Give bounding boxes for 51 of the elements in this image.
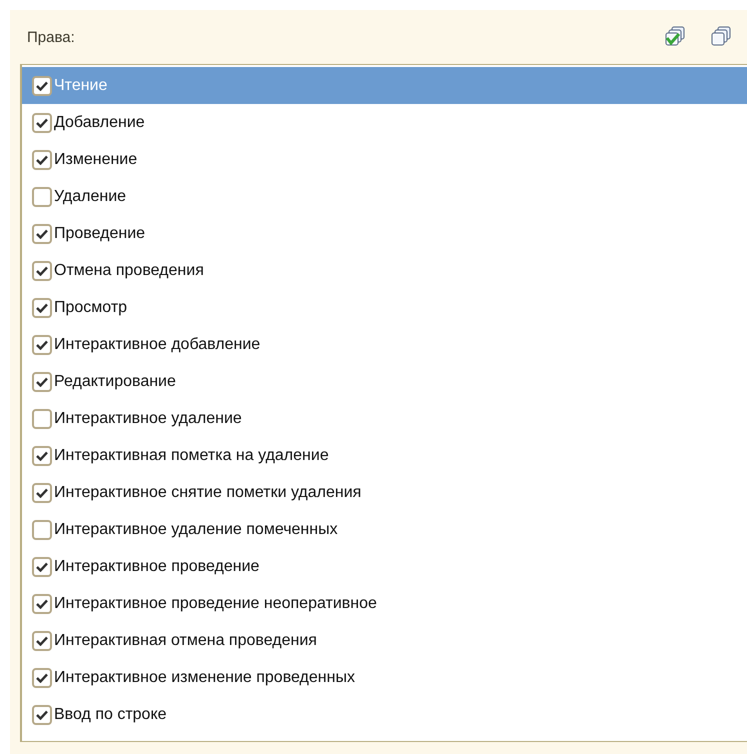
checkmark-icon [36,562,48,572]
checkmark-icon [36,450,48,460]
checkmark-icon [36,672,48,682]
list-item[interactable]: Интерактивное удаление [22,400,747,437]
checkbox[interactable] [32,334,52,354]
checkbox[interactable] [32,482,52,502]
checkmark-icon [36,488,48,498]
checkbox[interactable] [32,186,52,206]
list-item[interactable]: Проведение [22,215,747,252]
checkbox[interactable] [32,76,52,96]
checkmark-icon [36,340,48,350]
checkmark-icon [36,266,48,276]
list-item[interactable]: Интерактивное проведение [22,548,747,585]
checkbox[interactable] [32,260,52,280]
list-item[interactable]: Интерактивное проведение неоперативное [22,585,747,622]
list-item[interactable]: Просмотр [22,289,747,326]
checkmark-icon [36,118,48,128]
list-item[interactable]: Отмена проведения [22,252,747,289]
checkbox[interactable] [32,112,52,132]
list-item[interactable]: Интерактивная отмена проведения [22,622,747,659]
checkbox[interactable] [32,556,52,576]
checkbox[interactable] [32,668,52,688]
checkmark-icon [36,710,48,720]
checkbox[interactable] [32,520,52,540]
list-item[interactable]: Изменение [22,141,747,178]
checkbox[interactable] [32,704,52,724]
list-item[interactable]: Интерактивное добавление [22,326,747,363]
list-item[interactable]: Интерактивное удаление помеченных [22,511,747,548]
list-item[interactable]: Удаление [22,178,747,215]
list-item[interactable]: Редактирование [22,363,747,400]
checkbox[interactable] [32,224,52,244]
checkbox[interactable] [32,298,52,318]
checkbox[interactable] [32,150,52,170]
checkmark-icon [36,302,48,312]
checkmark-icon [36,598,48,608]
checkmark-icon [36,80,48,90]
checkbox[interactable] [32,372,52,392]
checkbox[interactable] [32,446,52,466]
checkmark-icon [36,636,48,646]
panel-title: Права: [27,28,76,46]
checkmark-icon [36,376,48,386]
list-item[interactable]: Интерактивная пометка на удаление [22,437,747,474]
list-item[interactable]: Добавление [22,104,747,141]
list-item[interactable]: Интерактивное снятие пометки удаления [22,474,747,511]
list-item[interactable]: Ввод по строке [22,696,747,733]
checkbox[interactable] [32,408,52,428]
checkbox[interactable] [32,594,52,614]
checkbox[interactable] [32,630,52,650]
checkmark-icon [36,228,48,238]
checkmark-icon [36,154,48,164]
list-item[interactable]: Интерактивное изменение проведенных [22,659,747,696]
